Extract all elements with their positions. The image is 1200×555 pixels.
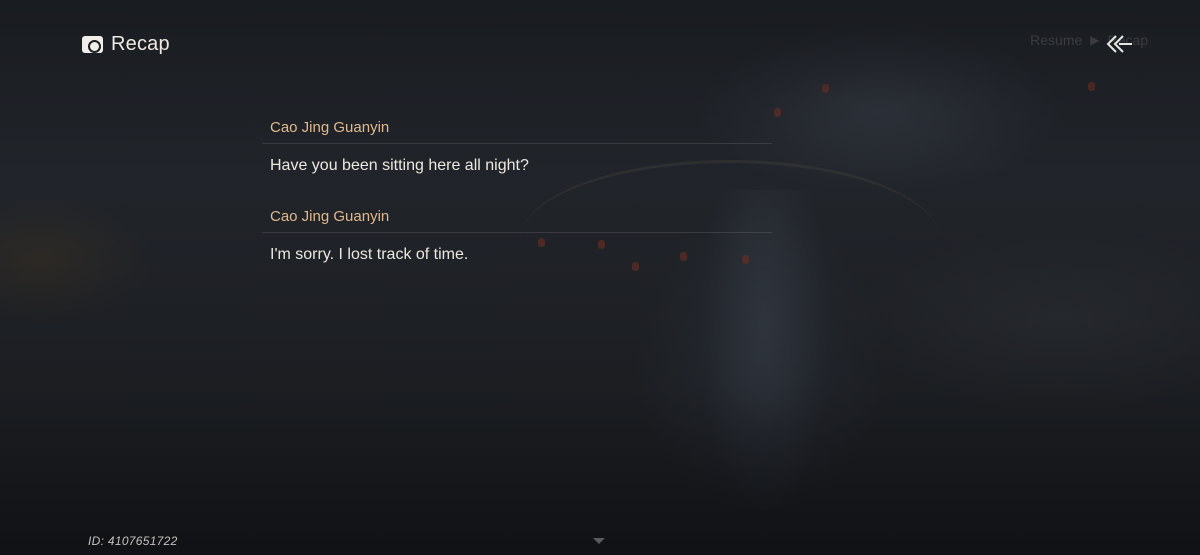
double-chevron-left-icon: [1106, 35, 1132, 53]
speaker-name: Cao Jing Guanyin: [262, 201, 772, 233]
dialog-entry: Cao Jing Guanyin I'm sorry. I lost track…: [262, 201, 772, 276]
resume-label: Resume: [1030, 32, 1083, 48]
play-arrow-icon: ▶: [1090, 33, 1100, 47]
player-id: ID: 4107651722: [88, 534, 178, 548]
dialog-entry: Cao Jing Guanyin Have you been sitting h…: [262, 112, 772, 187]
page-title: Recap: [111, 32, 170, 55]
chevron-down-icon[interactable]: [593, 538, 605, 544]
page-header: Recap: [82, 30, 170, 58]
speaker-name: Cao Jing Guanyin: [262, 112, 772, 144]
dialog-log[interactable]: Cao Jing Guanyin Have you been sitting h…: [262, 112, 772, 290]
scroll-icon: [82, 35, 103, 53]
dialog-text: I'm sorry. I lost track of time.: [270, 246, 469, 263]
back-button[interactable]: [1102, 33, 1136, 55]
dialog-text: Have you been sitting here all night?: [270, 157, 529, 174]
